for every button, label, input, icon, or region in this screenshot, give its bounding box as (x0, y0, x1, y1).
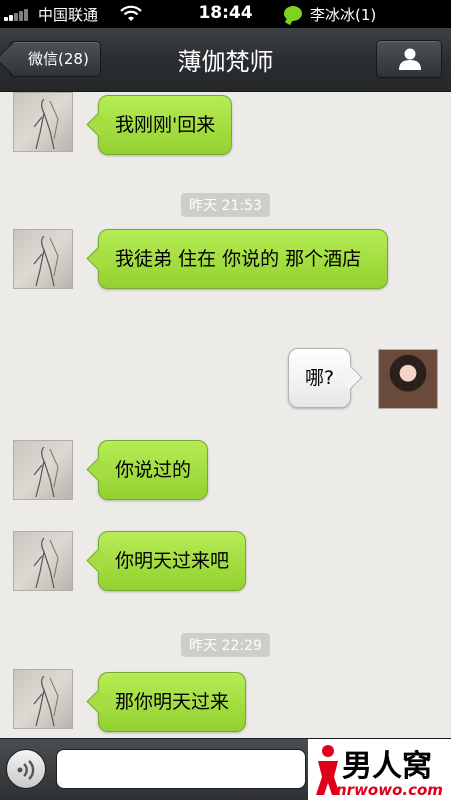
navigation-bar: 微信(28) 薄伽梵师 (0, 28, 451, 92)
contact-avatar[interactable] (13, 669, 73, 729)
user-avatar[interactable] (378, 349, 438, 409)
watermark-logo: 男人窝 nrwowo.com (308, 739, 451, 800)
contact-avatar[interactable] (13, 229, 73, 289)
sketch-figure-icon (33, 235, 59, 287)
timestamp-label: 昨天 22:29 (181, 633, 270, 657)
message-bubble-outgoing[interactable]: 哪? (288, 348, 352, 408)
wechat-notification-icon (284, 6, 302, 21)
message-bubble-incoming[interactable]: 那你明天过来 (98, 672, 247, 732)
message-input[interactable] (56, 749, 306, 789)
contact-avatar[interactable] (13, 531, 73, 591)
voice-input-button[interactable] (6, 749, 46, 789)
voice-icon (17, 760, 35, 780)
message-bubble-incoming[interactable]: 你说过的 (98, 440, 209, 500)
contact-avatar[interactable] (13, 92, 73, 152)
message-bubble-incoming[interactable]: 你明天过来吧 (98, 531, 247, 591)
timestamp: 昨天 21:53 (0, 193, 451, 217)
back-button-label: 微信(28) (28, 50, 89, 68)
contact-profile-button[interactable] (376, 40, 442, 78)
message-bubble-incoming[interactable]: 我徒弟 住在 你说的 那个酒店 (98, 229, 388, 289)
clock-time: 18:44 (198, 3, 253, 23)
input-toolbar: 男人窝 nrwowo.com (0, 738, 451, 800)
sketch-figure-icon (33, 537, 59, 589)
sketch-figure-icon (33, 675, 59, 727)
timestamp: 昨天 22:29 (0, 633, 451, 657)
chat-message-list[interactable]: 我刚刚'回来 昨天 21:53 我徒弟 住在 你说的 那个酒店 哪? 你说过的 … (0, 92, 451, 738)
sketch-figure-icon (33, 98, 59, 150)
sketch-figure-icon (33, 446, 59, 498)
person-icon (399, 48, 421, 70)
watermark-url: nrwowo.com (336, 781, 443, 799)
contact-avatar[interactable] (13, 440, 73, 500)
watermark-title: 男人窝 (342, 749, 432, 784)
message-bubble-incoming[interactable]: 我刚刚'回来 (98, 95, 233, 155)
timestamp-label: 昨天 21:53 (181, 193, 270, 217)
notification-text: 李冰冰(1) (310, 6, 377, 24)
status-bar: 中国联通 18:44 李冰冰(1) (0, 0, 451, 28)
